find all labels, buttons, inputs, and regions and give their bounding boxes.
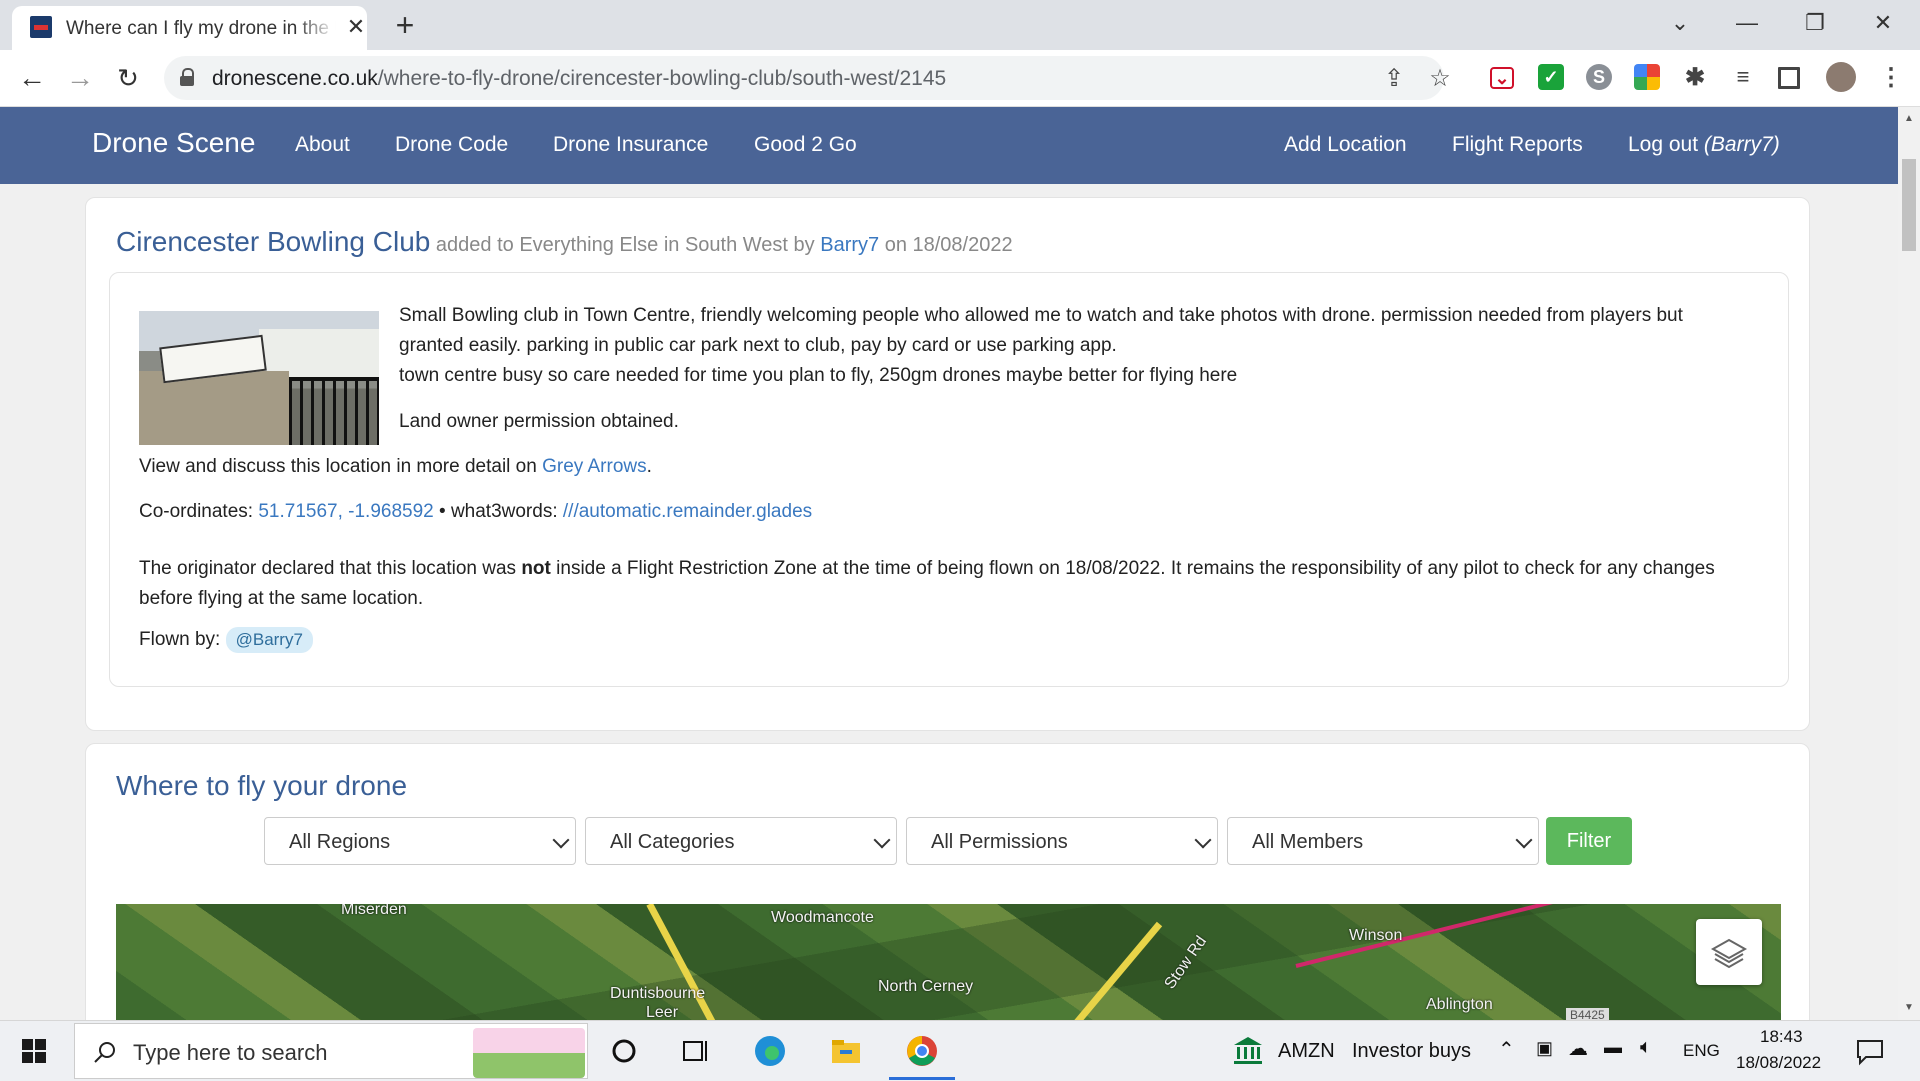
location-photo[interactable] — [139, 311, 379, 445]
section-title: Where to fly your drone — [116, 770, 408, 801]
map-label: Woodmancote — [771, 909, 874, 926]
location-title: Cirencester Bowling Club — [116, 226, 431, 257]
restore-icon[interactable]: ❐ — [1795, 8, 1835, 38]
url-text[interactable]: dronescene.co.uk/where-to-fly-drone/cire… — [212, 67, 946, 91]
map-layers-button[interactable] — [1696, 919, 1762, 985]
chevron-down-icon — [552, 831, 570, 849]
location-details: Small Bowling club in Town Centre, frien… — [109, 272, 1789, 687]
address-bar[interactable]: dronescene.co.uk/where-to-fly-drone/cire… — [164, 56, 1451, 100]
close-window-icon[interactable]: ✕ — [1863, 8, 1903, 38]
map-label: Ablington — [1426, 996, 1493, 1013]
profile-avatar[interactable] — [1826, 62, 1856, 92]
pocket-extension-icon[interactable]: ⌄ — [1490, 67, 1514, 89]
new-tab-icon[interactable]: + — [388, 7, 422, 43]
scroll-up-icon[interactable]: ▲ — [1903, 113, 1915, 124]
scroll-down-icon[interactable]: ▼ — [1903, 1002, 1915, 1013]
meet-now-icon[interactable]: ▣ — [1536, 1038, 1553, 1059]
browser-menu-icon[interactable]: ⋮ — [1878, 64, 1904, 91]
what3words-link[interactable]: ///automatic.remainder.glades — [563, 501, 812, 522]
map-label: North Cerney — [878, 978, 974, 995]
discuss-line: View and discuss this location in more d… — [139, 456, 652, 477]
reading-list-icon[interactable]: ≡ — [1730, 64, 1756, 90]
bank-icon[interactable] — [1230, 1033, 1266, 1069]
stock-ticker[interactable]: AMZN — [1278, 1040, 1335, 1063]
browser-tab-strip: Where can I fly my drone in the UK ✕ + ⌄… — [0, 0, 1920, 50]
language-indicator[interactable]: ENG — [1683, 1041, 1720, 1061]
cortana-icon[interactable] — [606, 1033, 642, 1069]
side-panel-icon[interactable] — [1778, 67, 1800, 89]
pilot-badge[interactable]: @Barry7 — [225, 627, 313, 653]
windows-taskbar: Type here to search AMZN Investor buys ⌃… — [0, 1020, 1920, 1081]
lock-icon — [180, 68, 194, 86]
page-scrollbar[interactable]: ▲ ▼ — [1898, 107, 1920, 1020]
extensions-puzzle-icon[interactable]: ✱ — [1682, 64, 1708, 91]
chevron-down-icon — [873, 831, 891, 849]
layers-icon — [1710, 938, 1748, 969]
skype-extension-icon[interactable]: S — [1586, 64, 1612, 90]
battery-icon[interactable]: ▬ — [1604, 1037, 1622, 1058]
windows-start-icon[interactable] — [22, 1039, 46, 1063]
coordinates-link[interactable]: 51.71567, -1.968592 — [258, 501, 433, 522]
reload-icon[interactable]: ↻ — [112, 62, 144, 94]
checkmark-extension-icon[interactable]: ✓ — [1538, 64, 1564, 90]
permission-text: Land owner permission obtained. — [399, 411, 679, 432]
permission-select[interactable]: All Permissions — [906, 817, 1218, 865]
filter-button[interactable]: Filter — [1546, 817, 1632, 865]
member-select[interactable]: All Members — [1227, 817, 1539, 865]
location-description: Small Bowling club in Town Centre, frien… — [399, 305, 1683, 386]
category-select[interactable]: All Categories — [585, 817, 897, 865]
site-favicon-icon — [30, 16, 52, 38]
map-label: Winson — [1349, 927, 1403, 944]
clock-time[interactable]: 18:43 — [1760, 1027, 1803, 1047]
map-label: Stow Rd — [1161, 933, 1211, 993]
notifications-icon[interactable] — [1852, 1033, 1888, 1069]
stock-news[interactable]: Investor buys — [1352, 1040, 1471, 1063]
task-view-icon[interactable] — [678, 1033, 714, 1069]
nav-logout[interactable]: Log out (Barry7) — [1628, 133, 1780, 157]
scrollbar-thumb[interactable] — [1902, 159, 1916, 251]
nav-add-location[interactable]: Add Location — [1284, 133, 1407, 157]
back-icon[interactable]: ← — [16, 62, 48, 94]
grey-arrows-link[interactable]: Grey Arrows — [542, 456, 647, 477]
search-highlight-image — [473, 1028, 585, 1078]
minimize-icon[interactable]: — — [1727, 8, 1767, 38]
nav-drone-code[interactable]: Drone Code — [395, 133, 508, 157]
nav-drone-insurance[interactable]: Drone Insurance — [553, 133, 708, 157]
coordinates-line: Co-ordinates: 51.71567, -1.968592 • what… — [139, 501, 813, 522]
close-tab-icon[interactable]: ✕ — [344, 14, 368, 39]
site-navbar: Drone Scene About Drone Code Drone Insur… — [0, 107, 1898, 184]
chevron-down-icon — [1194, 831, 1212, 849]
location-panel: Cirencester Bowling Club added to Everyt… — [85, 197, 1810, 731]
forward-icon[interactable]: → — [64, 62, 96, 94]
nav-about[interactable]: About — [295, 133, 350, 157]
google-extension-icon[interactable] — [1634, 64, 1660, 90]
chevron-down-icon — [1515, 831, 1533, 849]
volume-icon[interactable]: 🔈︎ — [1640, 1036, 1652, 1059]
edge-icon[interactable] — [752, 1033, 788, 1069]
region-select[interactable]: All Regions — [264, 817, 576, 865]
where-to-fly-panel: Where to fly your drone All Regions All … — [85, 743, 1810, 1045]
show-hidden-icons-icon[interactable]: ⌃ — [1498, 1037, 1515, 1062]
onedrive-icon[interactable]: ☁ — [1568, 1036, 1588, 1061]
map-label: Miserden — [341, 904, 407, 918]
nav-flight-reports[interactable]: Flight Reports — [1452, 133, 1583, 157]
brand-logo-text[interactable]: Drone Scene — [92, 127, 255, 159]
nav-good-2-go[interactable]: Good 2 Go — [754, 133, 857, 157]
browser-tab[interactable]: Where can I fly my drone in the UK ✕ — [12, 6, 367, 50]
share-icon[interactable]: ⇪ — [1380, 64, 1408, 92]
bookmark-star-icon[interactable]: ☆ — [1426, 64, 1454, 92]
search-icon — [94, 1042, 115, 1063]
location-heading: Cirencester Bowling Club added to Everyt… — [116, 226, 1013, 257]
browser-toolbar: ← → ↻ dronescene.co.uk/where-to-fly-dron… — [0, 50, 1920, 107]
taskbar-search[interactable]: Type here to search — [74, 1023, 588, 1079]
tab-title: Where can I fly my drone in the UK — [66, 18, 336, 39]
frz-declaration: The originator declared that this locati… — [139, 558, 1715, 609]
map-label: Duntisbourne — [610, 985, 706, 1002]
tab-search-chevron-icon[interactable]: ⌄ — [1660, 8, 1700, 38]
flown-by-line: Flown by: @Barry7 — [139, 625, 313, 655]
file-explorer-icon[interactable] — [828, 1033, 864, 1069]
clock-date[interactable]: 18/08/2022 — [1736, 1053, 1821, 1073]
author-link[interactable]: Barry7 — [820, 234, 879, 256]
chrome-icon[interactable] — [904, 1033, 940, 1069]
